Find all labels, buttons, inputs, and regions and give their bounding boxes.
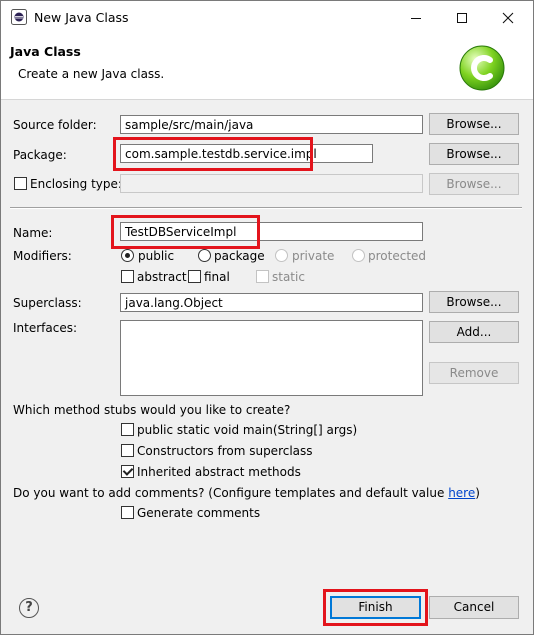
help-icon[interactable]: ? [19, 598, 39, 618]
package-highlight-box [113, 137, 313, 171]
minimize-button[interactable] [393, 1, 439, 35]
wizard-description: Create a new Java class. [18, 67, 165, 81]
modifier-public-radio[interactable] [121, 249, 134, 262]
minimize-icon [411, 18, 421, 19]
stub-inherited-label: Inherited abstract methods [137, 465, 301, 479]
enclosing-type-browse-button: Browse... [429, 173, 519, 195]
name-highlight-box [111, 215, 260, 249]
modifier-public-label: public [138, 249, 175, 263]
configure-templates-link[interactable]: here [448, 486, 475, 500]
title-bar: New Java Class [1, 1, 533, 35]
source-folder-field[interactable]: sample/src/main/java [120, 115, 423, 134]
superclass-field[interactable]: java.lang.Object [120, 293, 423, 312]
package-browse-button[interactable]: Browse... [429, 143, 519, 165]
java-class-logo-icon [459, 45, 505, 91]
source-folder-browse-button[interactable]: Browse... [429, 113, 519, 135]
enclosing-type-checkbox[interactable] [14, 177, 27, 190]
comments-question-text: Do you want to add comments? (Configure … [13, 486, 449, 500]
maximize-button[interactable] [439, 1, 485, 35]
modifier-private-label: private [292, 249, 335, 263]
modifier-static-checkbox [256, 270, 269, 283]
close-button[interactable] [485, 1, 531, 35]
package-label: Package: [13, 148, 67, 162]
modifier-package-radio[interactable] [198, 249, 211, 262]
modifier-private-radio [275, 249, 288, 262]
modifier-final-checkbox[interactable] [188, 270, 201, 283]
modifier-package-label: package [214, 249, 265, 263]
enclosing-type-field [120, 174, 423, 193]
new-java-class-dialog: New Java Class Java Class Create a new J… [0, 0, 534, 635]
interfaces-list[interactable] [120, 320, 423, 396]
source-folder-label: Source folder: [13, 118, 97, 132]
modifier-final-label: final [204, 270, 230, 284]
modifier-protected-label: protected [368, 249, 427, 263]
comments-question: Do you want to add comments? (Configure … [13, 486, 480, 500]
interfaces-remove-button: Remove [429, 362, 519, 384]
method-stubs-question: Which method stubs would you like to cre… [13, 403, 291, 417]
modifier-protected-radio [352, 249, 365, 262]
eclipse-app-icon [11, 9, 27, 25]
stub-constructors-checkbox[interactable] [121, 444, 134, 457]
stub-inherited-checkbox[interactable] [121, 465, 134, 478]
window-title: New Java Class [34, 10, 129, 25]
close-icon [502, 12, 514, 24]
enclosing-type-label: Enclosing type: [30, 177, 122, 191]
modifiers-label: Modifiers: [13, 249, 72, 263]
modifier-abstract-label: abstract [137, 270, 187, 284]
stub-main-label: public static void main(String[] args) [137, 423, 358, 437]
separator [10, 207, 522, 209]
superclass-label: Superclass: [13, 296, 82, 310]
finish-highlight-box [323, 589, 428, 626]
interfaces-add-button[interactable]: Add... [429, 321, 519, 343]
name-label: Name: [13, 226, 53, 240]
wizard-header: Java Class Create a new Java class. [1, 35, 533, 100]
generate-comments-label: Generate comments [137, 506, 261, 520]
wizard-title: Java Class [10, 44, 81, 59]
comments-question-close: ) [475, 486, 480, 500]
modifier-static-label: static [272, 270, 305, 284]
superclass-browse-button[interactable]: Browse... [429, 291, 519, 313]
generate-comments-checkbox[interactable] [121, 506, 134, 519]
modifier-abstract-checkbox[interactable] [121, 270, 134, 283]
maximize-icon [457, 13, 467, 23]
cancel-button[interactable]: Cancel [429, 596, 519, 619]
stub-main-checkbox[interactable] [121, 423, 134, 436]
interfaces-label: Interfaces: [13, 321, 78, 335]
stub-constructors-label: Constructors from superclass [137, 444, 313, 458]
